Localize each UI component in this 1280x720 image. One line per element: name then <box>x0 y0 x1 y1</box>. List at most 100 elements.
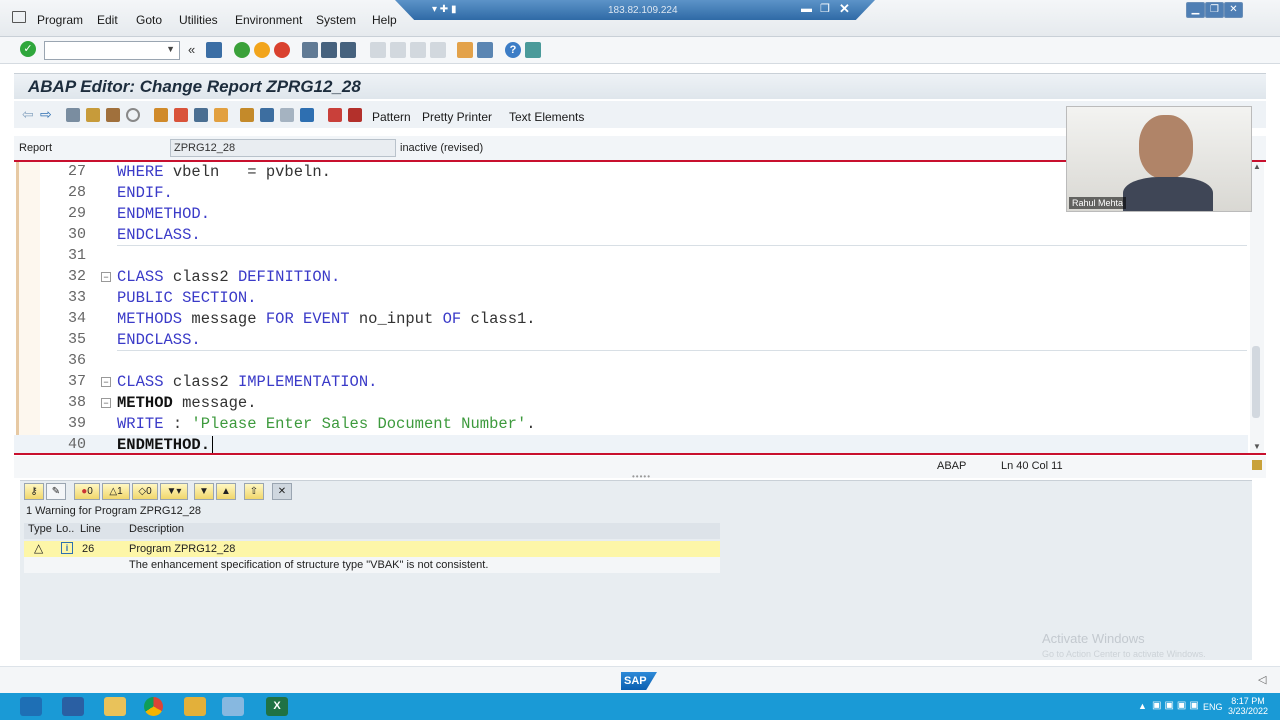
hierarchy-icon[interactable] <box>240 108 254 122</box>
table-row[interactable]: The enhancement specification of structu… <box>24 557 720 573</box>
remote-close-icon[interactable]: ✕ <box>839 1 850 17</box>
object-list-icon[interactable] <box>214 108 228 122</box>
edit-pencil-icon[interactable]: ✎ <box>46 483 66 500</box>
pretty-printer-button[interactable]: Pretty Printer <box>422 110 492 124</box>
tray-clock[interactable]: 8:17 PM 3/23/2022 <box>1228 696 1268 716</box>
activate-icon[interactable] <box>154 108 168 122</box>
key-icon[interactable]: ⚷ <box>24 483 44 500</box>
other-object-icon[interactable] <box>106 108 120 122</box>
tray-language[interactable]: ENG <box>1203 702 1223 712</box>
where-used-icon[interactable] <box>194 108 208 122</box>
tray-icons[interactable]: ▣▣▣▣ <box>1152 700 1202 711</box>
info-icon[interactable]: i <box>61 542 73 554</box>
back-arrow-icon[interactable]: ⇦ <box>22 106 34 123</box>
enter-check-icon[interactable]: ✓ <box>20 41 36 57</box>
collapse-block-icon[interactable]: − <box>101 377 111 387</box>
chrome-icon[interactable] <box>144 697 163 716</box>
display-object-list-icon[interactable] <box>280 108 294 122</box>
column-location[interactable]: Lo.. <box>56 523 74 535</box>
scroll-down-icon[interactable]: ▼ <box>1253 442 1261 451</box>
save-icon[interactable] <box>206 42 222 58</box>
report-name-field[interactable]: ZPRG12_28 <box>170 139 396 157</box>
chevron-down-icon[interactable]: ▼ <box>166 44 175 54</box>
help-icon[interactable]: ? <box>505 42 521 58</box>
close-button[interactable]: ✕ <box>1224 2 1243 18</box>
column-line[interactable]: Line <box>80 523 101 535</box>
menu-program[interactable]: Program <box>37 13 83 27</box>
find-icon[interactable] <box>321 42 337 58</box>
powershell-icon[interactable] <box>62 697 84 716</box>
maximize-button[interactable]: ❐ <box>1205 2 1224 18</box>
export-icon[interactable]: ⇧ <box>244 483 264 500</box>
pattern-button[interactable]: Pattern <box>372 110 411 124</box>
active-inactive-icon[interactable] <box>86 108 100 122</box>
find-next-icon[interactable] <box>340 42 356 58</box>
scroll-up-icon[interactable]: ▲ <box>1253 162 1261 171</box>
tray-overflow-icon[interactable]: ▲ <box>1138 701 1147 711</box>
code-line[interactable]: 33 PUBLIC SECTION. <box>14 288 1248 309</box>
errors-filter-button[interactable]: ●0 <box>74 483 100 500</box>
move-up-icon[interactable]: ▲ <box>216 483 236 500</box>
code-line[interactable]: 34 METHODS message FOR EVENT no_input OF… <box>14 309 1248 330</box>
scrollbar-thumb[interactable] <box>1252 346 1260 418</box>
info-icon[interactable] <box>300 108 314 122</box>
editor-settings-icon[interactable] <box>1252 460 1262 470</box>
move-down-icon[interactable]: ▼ <box>194 483 214 500</box>
check-syntax-icon[interactable] <box>126 108 140 122</box>
minimize-button[interactable]: ▁ <box>1186 2 1205 18</box>
exit-icon[interactable] <box>254 42 270 58</box>
menu-system[interactable]: System <box>316 13 356 27</box>
test-icon[interactable] <box>174 108 188 122</box>
code-line[interactable]: 32 − CLASS class2 DEFINITION. <box>14 267 1248 288</box>
warnings-filter-button[interactable]: △1 <box>102 483 130 500</box>
code-line[interactable]: 31 <box>14 246 1248 267</box>
menu-help[interactable]: Help <box>372 13 397 27</box>
sap-gui-icon[interactable] <box>222 697 244 716</box>
connection-pin-icon[interactable]: ▾ ✚ ▮ <box>432 4 456 15</box>
system-menu-icon[interactable] <box>12 11 26 23</box>
new-session-icon[interactable] <box>457 42 473 58</box>
close-panel-icon[interactable]: ✕ <box>272 483 292 500</box>
navigation-window-icon[interactable] <box>260 108 274 122</box>
previous-page-icon[interactable] <box>390 42 406 58</box>
layout-settings-icon[interactable] <box>525 42 541 58</box>
set-breakpoint-icon[interactable] <box>328 108 342 122</box>
text-elements-button[interactable]: Text Elements <box>509 110 584 124</box>
code-line[interactable]: 29 ENDMETHOD. <box>14 204 1248 225</box>
excel-icon[interactable]: X <box>266 697 288 716</box>
table-row[interactable]: △ i 26 Program ZPRG12_28 <box>24 541 720 557</box>
last-page-icon[interactable] <box>430 42 446 58</box>
display-change-icon[interactable] <box>66 108 80 122</box>
forward-arrow-icon[interactable]: ⇨ <box>40 106 52 123</box>
next-page-icon[interactable] <box>410 42 426 58</box>
print-icon[interactable] <box>302 42 318 58</box>
collapse-block-icon[interactable]: − <box>101 398 111 408</box>
code-line[interactable]: 38 − METHOD message. <box>14 393 1248 414</box>
filter-icon[interactable]: ▼▾ <box>160 483 188 500</box>
collapse-icon[interactable]: « <box>188 42 195 57</box>
cancel-icon[interactable] <box>274 42 290 58</box>
status-expand-icon[interactable]: ◁ <box>1258 673 1266 686</box>
code-line[interactable]: 39 WRITE : 'Please Enter Sales Document … <box>14 414 1248 435</box>
code-line[interactable]: 30 ENDCLASS. <box>14 225 1248 246</box>
shortcut-icon[interactable] <box>477 42 493 58</box>
first-page-icon[interactable] <box>370 42 386 58</box>
column-description[interactable]: Description <box>129 523 184 535</box>
code-line-current[interactable]: 40 ENDMETHOD. <box>14 435 1248 453</box>
sap-logon-icon[interactable] <box>184 697 206 716</box>
menu-edit[interactable]: Edit <box>97 13 118 27</box>
column-type[interactable]: Type <box>28 523 52 535</box>
start-icon[interactable] <box>20 697 42 716</box>
code-line[interactable]: 28 ENDIF. <box>14 183 1248 204</box>
remote-minimize-icon[interactable]: ▬ <box>801 3 812 15</box>
back-icon[interactable] <box>234 42 250 58</box>
menu-utilities[interactable]: Utilities <box>179 13 218 27</box>
remote-restore-icon[interactable]: ❐ <box>820 2 830 15</box>
info-filter-button[interactable]: ◇0 <box>132 483 158 500</box>
collapse-block-icon[interactable]: − <box>101 272 111 282</box>
delete-breakpoint-icon[interactable] <box>348 108 362 122</box>
command-field[interactable]: ▼ <box>44 41 180 60</box>
code-line[interactable]: 35 ENDCLASS. <box>14 330 1248 351</box>
menu-environment[interactable]: Environment <box>235 13 302 27</box>
file-explorer-icon[interactable] <box>104 697 126 716</box>
